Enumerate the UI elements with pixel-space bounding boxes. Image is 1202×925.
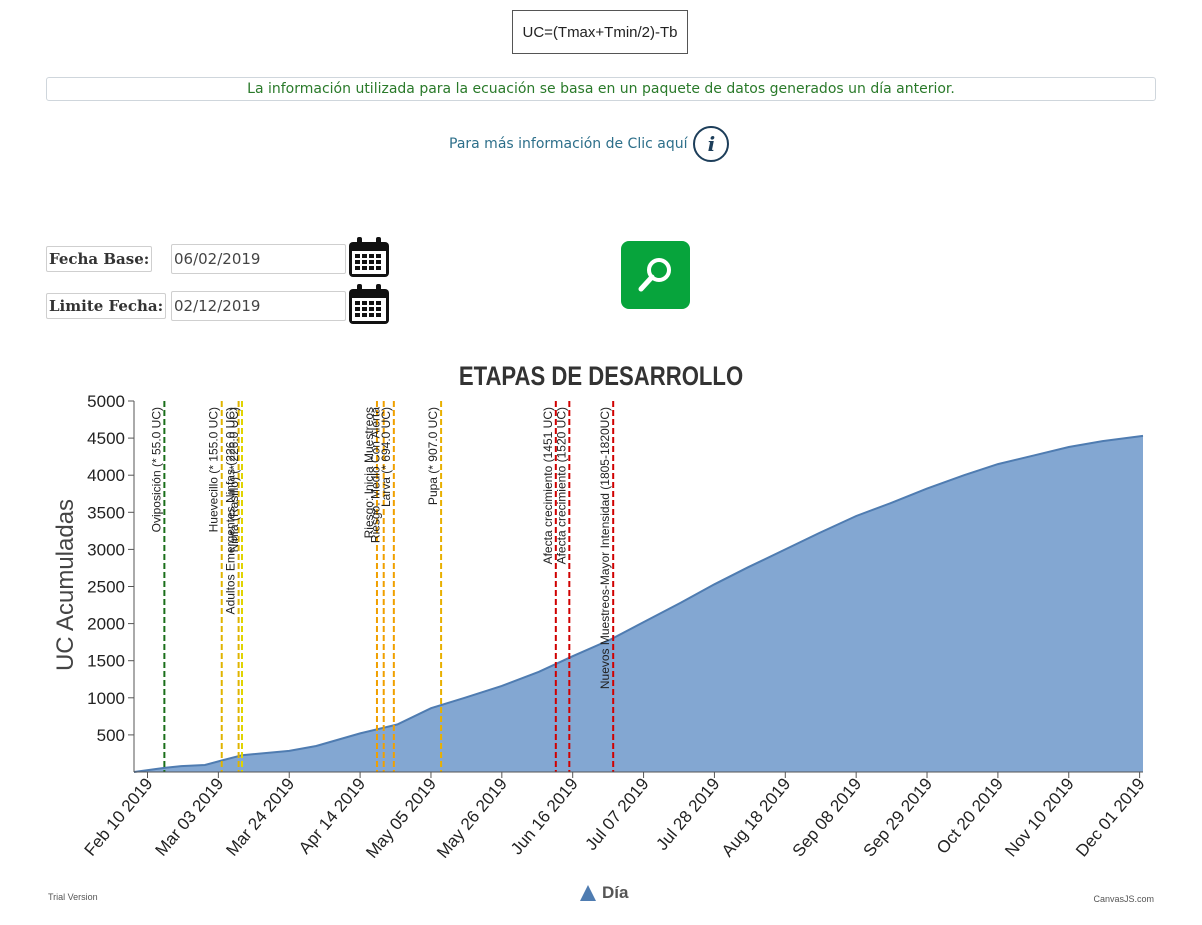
y-tick-label: 500	[97, 726, 125, 745]
calendar-icon[interactable]	[348, 236, 390, 278]
y-tick-label: 3500	[87, 503, 125, 522]
search-button[interactable]	[621, 241, 690, 309]
info-banner-text: La información utilizada para la ecuació…	[247, 81, 955, 97]
base-date-input[interactable]	[171, 244, 346, 274]
legend-marker	[580, 885, 596, 901]
y-tick-label: 5000	[87, 392, 125, 411]
y-axis-label: UC Acumuladas	[52, 499, 79, 671]
more-info-link[interactable]: Para más información de Clic aquí i	[449, 124, 730, 164]
x-tick-label: Feb 10 2019	[81, 774, 157, 859]
info-icon[interactable]: i	[693, 126, 730, 162]
y-tick-label: 2000	[87, 615, 125, 634]
chart-title: ETAPAS DE DESARROLLO	[459, 362, 743, 392]
limit-date-input[interactable]	[171, 291, 346, 321]
x-tick-label: Aug 18 2019	[718, 774, 795, 860]
legend-label: Día	[602, 883, 629, 902]
y-tick-label: 4500	[87, 429, 125, 448]
stage-label: Ninfa (Rasillo) (* 226.0 UC)	[227, 407, 241, 552]
trial-version-text: Trial Version	[48, 892, 98, 902]
base-date-label: Fecha Base:	[46, 246, 153, 272]
uc-area-chart: ETAPAS DE DESARROLLO UC Acumuladas Ovipo…	[52, 362, 1149, 902]
canvasjs-credit-text[interactable]: CanvasJS.com	[1093, 894, 1154, 904]
calendar-icon[interactable]	[348, 283, 390, 325]
stage-label: Pupa (* 907.0 UC)	[426, 407, 440, 505]
x-tick-label: Jul 07 2019	[582, 774, 653, 854]
x-tick-label: Dec 01 2019	[1072, 774, 1149, 860]
y-tick-label: 2500	[87, 578, 125, 597]
x-tick-label: May 05 2019	[362, 774, 440, 862]
x-tick-label: Mar 03 2019	[152, 774, 228, 859]
stage-label: Afecta crecimiento (1451 UC)	[541, 407, 555, 564]
x-tick-label: Jun 16 2019	[507, 774, 582, 858]
x-tick-label: Sep 29 2019	[860, 774, 937, 860]
stage-label: Nuevos Muestreos-Mayor Intensidad (1805-…	[598, 407, 612, 689]
stage-label: Oviposición (* 55.0 UC)	[149, 407, 163, 532]
chart-legend[interactable]: Día	[580, 883, 629, 902]
info-banner: La información utilizada para la ecuació…	[46, 77, 1156, 101]
y-tick-label: 3000	[87, 540, 125, 559]
x-tick-label: Sep 08 2019	[789, 774, 866, 860]
y-tick-label: 1500	[87, 652, 125, 671]
y-tick-label: 1000	[87, 689, 125, 708]
stage-label: Larva (* 694.0 UC)	[379, 407, 393, 507]
more-info-text[interactable]: Para más información de Clic aquí	[449, 136, 687, 152]
x-tick-label: Oct 20 2019	[933, 774, 1007, 857]
x-tick-label: Nov 10 2019	[1001, 774, 1078, 860]
magnifier-icon	[638, 258, 671, 292]
formula-box: UC=(Tmax+Tmin/2)-Tb	[512, 10, 688, 54]
y-tick-label: 4000	[87, 466, 125, 485]
limit-date-label: Limite Fecha:	[46, 293, 167, 319]
stage-label: Afecta crecimiento (1520 UC)	[554, 407, 568, 564]
stage-label: Huevecillo (* 155.0 UC)	[207, 407, 221, 532]
x-tick-label: Mar 24 2019	[222, 774, 298, 859]
area-fill	[134, 435, 1143, 772]
x-tick-label: Apr 14 2019	[295, 774, 369, 857]
x-tick-label: May 26 2019	[433, 774, 511, 862]
x-tick-label: Jul 28 2019	[652, 774, 723, 854]
formula-text: UC=(Tmax+Tmin/2)-Tb	[522, 23, 678, 41]
